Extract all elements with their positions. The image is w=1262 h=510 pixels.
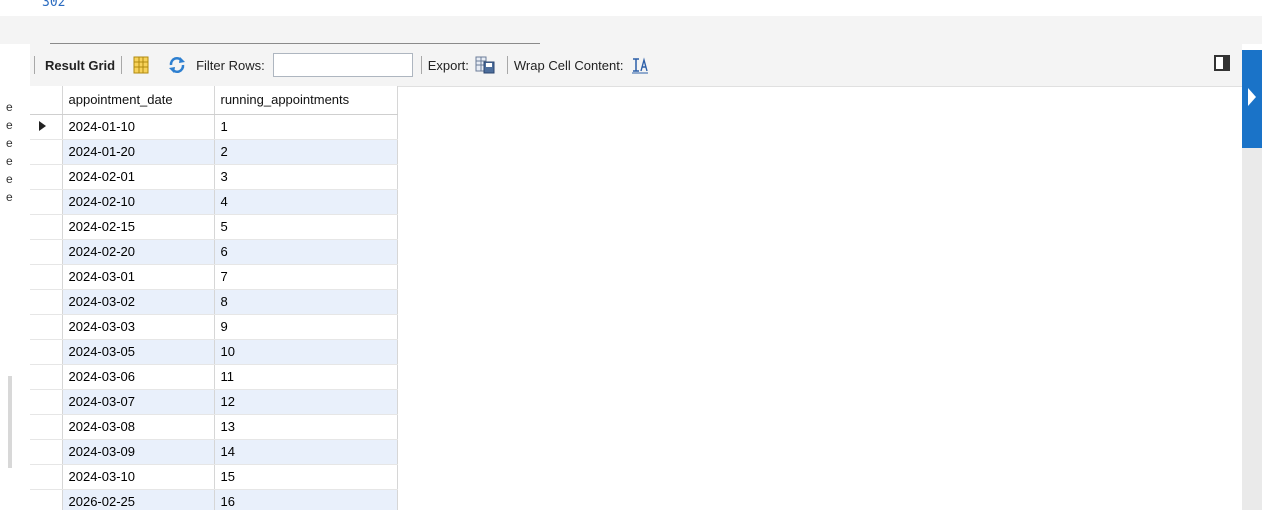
cell-appointment-date[interactable]: 2024-03-09	[62, 439, 215, 465]
cell-running-appointments[interactable]: 3	[214, 164, 398, 190]
row-marker[interactable]	[30, 139, 63, 165]
line-number: 302	[42, 0, 66, 10]
cell-appointment-date[interactable]: 2024-02-20	[62, 239, 215, 265]
cell-running-appointments[interactable]: 12	[214, 389, 398, 415]
toolbar-separator	[121, 56, 123, 74]
grid-body: 2024-01-10 1 2024-01-20 2 2024-02-01 3 2024-02…	[30, 114, 398, 510]
table-row[interactable]: 2024-03-01 7	[30, 264, 398, 290]
table-row[interactable]: 2024-03-05 10	[30, 339, 398, 365]
wrap-text-icon[interactable]	[631, 56, 649, 74]
result-panel: 302 e e e e e e Result Grid Filter Rows:…	[0, 0, 1262, 510]
cell-running-appointments[interactable]: 14	[214, 439, 398, 465]
cell-appointment-date[interactable]: 2024-03-05	[62, 339, 215, 365]
splitter-area	[0, 16, 1262, 46]
table-row[interactable]: 2024-03-07 12	[30, 389, 398, 415]
cell-appointment-date[interactable]: 2024-03-02	[62, 289, 215, 315]
editor-fragment: 302	[0, 0, 1262, 16]
filter-rows-input[interactable]	[272, 53, 413, 77]
panel-toggle-icon[interactable]	[1214, 55, 1230, 71]
cell-running-appointments[interactable]: 11	[214, 364, 398, 390]
table-row[interactable]: 2026-02-25 16	[30, 489, 398, 510]
row-marker[interactable]	[30, 114, 63, 140]
cell-running-appointments[interactable]: 16	[214, 489, 398, 510]
result-grid-tab[interactable]: Result Grid	[45, 58, 115, 73]
table-row[interactable]: 2024-03-08 13	[30, 414, 398, 440]
row-marker[interactable]	[30, 164, 63, 190]
row-marker[interactable]	[30, 264, 63, 290]
left-fragment-text: e	[6, 136, 13, 150]
table-row[interactable]: 2024-03-09 14	[30, 439, 398, 465]
left-fragment-text: e	[6, 190, 13, 204]
row-marker[interactable]	[30, 389, 63, 415]
cell-appointment-date[interactable]: 2024-03-06	[62, 364, 215, 390]
row-marker[interactable]	[30, 339, 63, 365]
left-panel-fragment: e e e e e e	[0, 86, 14, 510]
grid-columns-icon[interactable]	[132, 56, 150, 74]
table-row[interactable]: 2024-03-03 9	[30, 314, 398, 340]
column-header[interactable]: appointment_date	[62, 86, 215, 115]
left-fragment-text: e	[6, 100, 13, 114]
row-marker[interactable]	[30, 489, 63, 510]
cell-appointment-date[interactable]: 2024-03-08	[62, 414, 215, 440]
cell-appointment-date[interactable]: 2024-03-10	[62, 464, 215, 490]
row-marker[interactable]	[30, 314, 63, 340]
result-grid: appointment_date running_appointments 20…	[30, 86, 398, 510]
cell-running-appointments[interactable]: 1	[214, 114, 398, 140]
cell-appointment-date[interactable]: 2024-02-10	[62, 189, 215, 215]
side-panel-expand-button[interactable]	[1242, 50, 1262, 148]
table-row[interactable]: 2024-02-15 5	[30, 214, 398, 240]
result-toolbar: Result Grid Filter Rows: Export: Wrap Ce…	[30, 44, 1242, 87]
row-marker[interactable]	[30, 189, 63, 215]
table-row[interactable]: 2024-02-01 3	[30, 164, 398, 190]
filter-rows-label: Filter Rows:	[196, 57, 265, 73]
cell-appointment-date[interactable]: 2026-02-25	[62, 489, 215, 510]
export-icon[interactable]	[475, 56, 495, 74]
cell-running-appointments[interactable]: 8	[214, 289, 398, 315]
table-row[interactable]: 2024-03-02 8	[30, 289, 398, 315]
row-marker-header	[30, 86, 63, 115]
cell-running-appointments[interactable]: 2	[214, 139, 398, 165]
row-marker[interactable]	[30, 464, 63, 490]
cell-appointment-date[interactable]: 2024-03-03	[62, 314, 215, 340]
cell-appointment-date[interactable]: 2024-01-10	[62, 114, 215, 140]
cell-running-appointments[interactable]: 4	[214, 189, 398, 215]
row-marker[interactable]	[30, 214, 63, 240]
row-marker[interactable]	[30, 414, 63, 440]
table-row[interactable]: 2024-01-10 1	[30, 114, 398, 140]
cell-running-appointments[interactable]: 9	[214, 314, 398, 340]
table-row[interactable]: 2024-03-10 15	[30, 464, 398, 490]
cell-appointment-date[interactable]: 2024-03-01	[62, 264, 215, 290]
table-row[interactable]: 2024-02-10 4	[30, 189, 398, 215]
header-row: appointment_date running_appointments	[30, 86, 398, 115]
wrap-cell-content-label: Wrap Cell Content:	[513, 57, 624, 73]
table-row[interactable]: 2024-03-06 11	[30, 364, 398, 390]
left-fragment-text: e	[6, 118, 13, 132]
cell-running-appointments[interactable]: 15	[214, 464, 398, 490]
refresh-icon[interactable]	[168, 56, 186, 74]
row-marker[interactable]	[30, 364, 63, 390]
cell-running-appointments[interactable]: 7	[214, 264, 398, 290]
cell-appointment-date[interactable]: 2024-02-01	[62, 164, 215, 190]
table-row[interactable]: 2024-01-20 2	[30, 139, 398, 165]
current-row-arrow-icon	[39, 121, 46, 131]
toolbar-separator	[34, 56, 35, 74]
table-row[interactable]: 2024-02-20 6	[30, 239, 398, 265]
toolbar-separator	[506, 56, 508, 74]
cell-running-appointments[interactable]: 10	[214, 339, 398, 365]
row-marker[interactable]	[30, 289, 63, 315]
export-label: Export:	[427, 57, 469, 73]
cell-appointment-date[interactable]: 2024-03-07	[62, 389, 215, 415]
left-fragment-text: e	[6, 172, 13, 186]
cell-appointment-date[interactable]: 2024-01-20	[62, 139, 215, 165]
cell-running-appointments[interactable]: 5	[214, 214, 398, 240]
row-marker[interactable]	[30, 439, 63, 465]
column-header[interactable]: running_appointments	[214, 86, 398, 115]
left-fragment-text: e	[6, 154, 13, 168]
toolbar-separator	[420, 56, 422, 74]
cell-running-appointments[interactable]: 6	[214, 239, 398, 265]
cell-appointment-date[interactable]: 2024-02-15	[62, 214, 215, 240]
cell-running-appointments[interactable]: 13	[214, 414, 398, 440]
row-marker[interactable]	[30, 239, 63, 265]
left-scrollbar[interactable]	[8, 376, 12, 468]
